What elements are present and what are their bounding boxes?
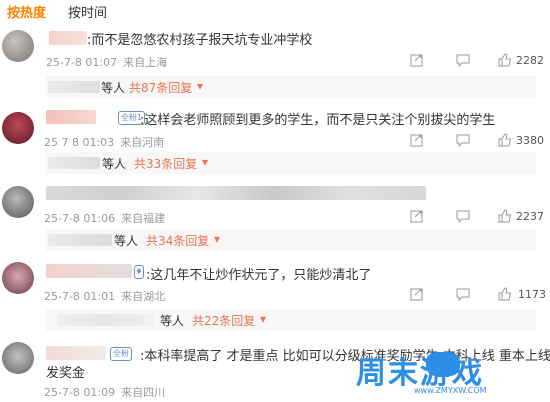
replies-link[interactable]: 共34条回复 [146,232,209,249]
comment-date: 25-7-8 01:07 [46,56,118,69]
username-blurred[interactable] [46,110,96,124]
share-icon[interactable] [410,54,424,67]
comment-icon[interactable] [456,54,470,67]
replies-prefix: 等人 [102,157,127,171]
like-count: 2237 [516,210,544,223]
comment-item: ♦ :这几年不让炒作状元了，只能炒清北了 25-7-8 01:01 来自湖北 11… [0,258,550,334]
comment-icon[interactable] [456,134,470,147]
username-blurred[interactable] [49,31,87,45]
replies-prefix: 等人 [160,314,185,328]
like-count: 3380 [516,134,544,147]
comment-item: :而不是忽悠农村孩子报天坑专业冲学校 25-7-8 01:07 来自上海 2282… [0,24,550,106]
replies-summary[interactable]: 等人 共22条回复 ▾ [46,309,536,331]
like-icon[interactable] [498,133,512,147]
reply-users-blurred [48,157,100,169]
comment-text: :这几年不让炒作状元了，只能炒清北了 [146,268,372,283]
comment-meta: 25-7-8 01:09 来自四川 [44,384,165,400]
tab-sort-by-time[interactable]: 按时间 [68,2,107,21]
comment-date: 25-7-8 01:01 [44,290,116,303]
share-icon[interactable] [410,134,424,147]
sort-tabs: 按热度 按时间 [0,0,550,22]
replies-summary[interactable]: 等人 共87条回复 ▾ [46,76,536,98]
replies-summary[interactable]: 等人 共34条回复 ▾ [46,229,536,251]
share-icon[interactable] [410,210,424,223]
fan-badge-icon: ♦ [134,265,144,279]
comment-icon[interactable] [456,288,470,301]
comment-date: 25 7 8 01:03 [44,136,115,149]
comment-text-blurred [46,186,426,200]
comment-meta: 25-7-8 01:01 来自湖北 [44,288,165,304]
comment-location: 来自河南 [120,136,165,149]
replies-link[interactable]: 共22条回复 [192,312,255,329]
comment-meta: 25-7-8 01:07 来自上海 [46,54,167,70]
avatar[interactable] [2,342,34,374]
comment-item: 25-7-8 01:06 来自福建 2237 等人 共34条回复 ▾ [0,180,550,254]
replies-link[interactable]: 共33条回复 [134,155,197,172]
like-icon[interactable] [498,209,512,223]
watermark-url: www.ZMYXW.COM [414,386,487,395]
reply-users-blurred [48,81,100,93]
chevron-down-icon[interactable]: ▾ [197,79,203,93]
avatar[interactable] [2,30,34,62]
site-watermark: 周末游戏 www.ZMYXW.COM [340,342,550,402]
avatar[interactable] [2,186,34,218]
comment-date: 25-7-8 01:06 [44,212,116,225]
username-blurred[interactable] [46,264,132,278]
like-count: 1173 [518,288,546,301]
chevron-down-icon[interactable]: ▾ [260,312,266,326]
reply-users-blurred [48,234,112,246]
chevron-down-icon[interactable]: ▾ [202,155,208,169]
like-icon[interactable] [498,53,512,67]
comment-location: 来自四川 [121,386,166,399]
comment-location: 来自福建 [121,212,166,225]
chevron-down-icon[interactable]: ▾ [214,232,220,246]
comment-meta: 25-7-8 01:06 来自福建 [44,210,165,226]
replies-prefix: 等人 [114,234,139,248]
reply-users-blurred [58,314,154,326]
comment-text: :这样会老师照顾到更多的学生，而不是只关注个别拔尖的学生 [140,113,496,128]
comment-meta: 25 7 8 01:03 来自河南 [44,134,164,150]
avatar[interactable] [2,112,34,144]
like-count: 2282 [516,54,544,67]
tab-sort-by-hot[interactable]: 按热度 [7,2,46,21]
username-blurred[interactable] [46,346,106,360]
comment-location: 来自湖北 [121,290,166,303]
comment-text-line-2: 发奖金 [46,366,86,381]
replies-prefix: 等人 [101,81,126,95]
comment-location: 来自上海 [123,56,168,69]
like-icon[interactable] [498,287,512,301]
comment-text: :而不是忽悠农村孩子报天坑专业冲学校 [87,33,313,48]
comment-item: 全粉1 :这样会老师照顾到更多的学生，而不是只关注个别拔尖的学生 25 7 8 … [0,106,550,180]
comment-date: 25-7-8 01:09 [44,386,116,399]
comment-icon[interactable] [456,210,470,223]
avatar[interactable] [2,262,34,294]
replies-summary[interactable]: 等人 共33条回复 ▾ [46,152,536,174]
fan-badge: 全粉 [110,347,132,361]
share-icon[interactable] [410,288,424,301]
replies-link[interactable]: 共87条回复 [129,79,192,96]
